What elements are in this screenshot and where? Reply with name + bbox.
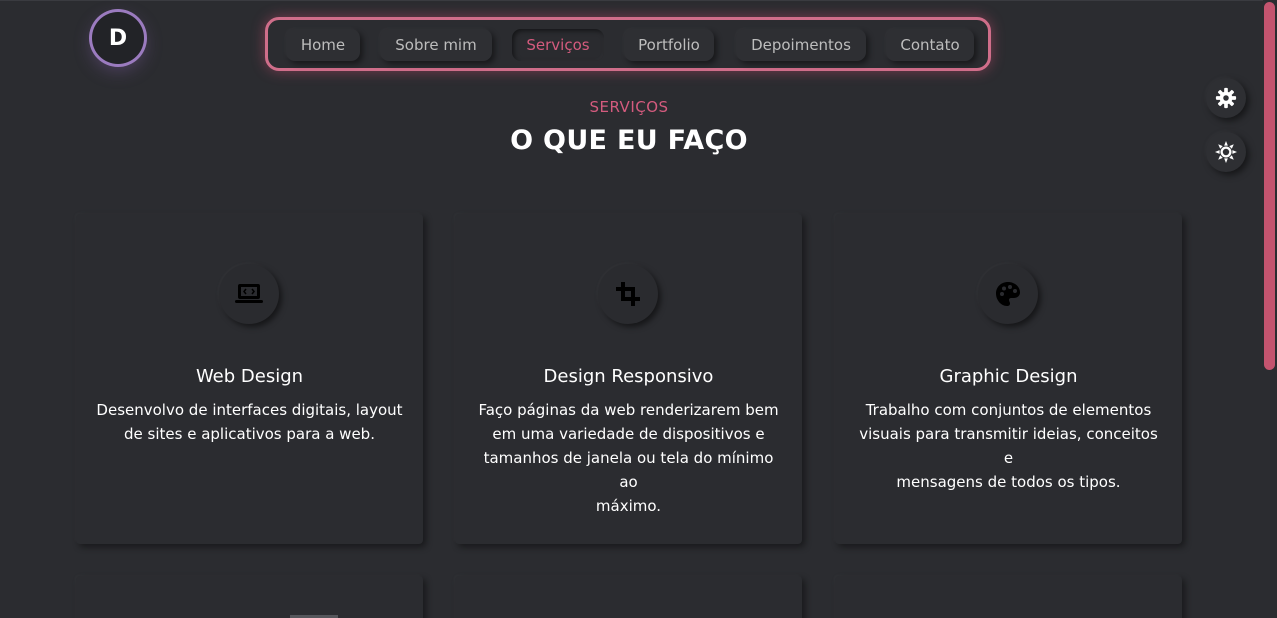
service-card — [76, 576, 423, 618]
section-kicker: SERVIÇOS — [589, 98, 669, 116]
card-description-line: Faço páginas da web renderizarem bem — [478, 401, 779, 419]
service-card-graphic-design: Graphic Design Trabalho com conjuntos de… — [835, 214, 1182, 544]
card-description: Trabalho com conjuntos de elementos visu… — [855, 398, 1162, 494]
nav-depoimentos[interactable]: Depoimentos — [736, 29, 866, 61]
service-card-web-design: Web Design Desenvolvo de interfaces digi… — [76, 214, 423, 544]
card-description-line: tamanhos de janela ou tela do mínimo ao — [483, 449, 774, 491]
card-description-line: Trabalho com conjuntos de elementos — [865, 401, 1152, 419]
nav-contato[interactable]: Contato — [886, 29, 974, 61]
nav-servicos[interactable]: Serviços — [512, 29, 604, 61]
card-description: Desenvolvo de interfaces digitais, layou… — [96, 398, 403, 446]
card-icon-wrap — [598, 264, 658, 324]
scrollbar-thumb[interactable] — [1264, 2, 1275, 370]
nav-sobre-mim-label: Sobre mim — [395, 36, 477, 54]
card-icon-wrap — [978, 264, 1038, 324]
card-title: Graphic Design — [939, 366, 1078, 387]
card-title: Web Design — [195, 366, 304, 387]
main-nav: Home Sobre mim Serviços Portfolio Depoim… — [265, 17, 991, 71]
logo-letter: D — [108, 25, 128, 51]
card-description-line: Desenvolvo de interfaces digitais, layou… — [96, 401, 403, 419]
card-description-line: máximo. — [595, 497, 662, 515]
top-border — [0, 0, 1277, 1]
nav-home-label: Home — [300, 36, 346, 54]
nav-contato-label: Contato — [900, 36, 960, 54]
section-title: O QUE EU FAÇO — [510, 125, 748, 156]
card-title: Design Responsivo — [543, 366, 714, 387]
page: D Home Sobre mim Serviços Portfolio Depo… — [0, 0, 1277, 618]
service-card — [455, 576, 802, 618]
crop-icon — [616, 282, 640, 306]
card-icon-wrap — [219, 264, 279, 324]
card-description: Faço páginas da web renderizarem bem em … — [475, 398, 782, 518]
service-card — [835, 576, 1182, 618]
card-description-line: mensagens de todos os tipos. — [896, 473, 1121, 491]
laptop-code-icon — [235, 284, 263, 303]
nav-servicos-label: Serviços — [526, 36, 590, 54]
card-description-line: visuais para transmitir ideias, conceito… — [859, 425, 1158, 467]
logo-avatar[interactable]: D — [92, 12, 144, 64]
nav-depoimentos-label: Depoimentos — [751, 36, 851, 54]
nav-portfolio-label: Portfolio — [638, 36, 700, 54]
card-description-line: em uma variedade de dispositivos e — [492, 425, 765, 443]
card-description-line: de sites e aplicativos para a web. — [124, 425, 375, 443]
nav-home[interactable]: Home — [286, 29, 360, 61]
service-card-design-responsivo: Design Responsivo Faço páginas da web re… — [455, 214, 802, 544]
nav-portfolio[interactable]: Portfolio — [624, 29, 714, 61]
nav-sobre-mim[interactable]: Sobre mim — [380, 29, 492, 61]
palette-icon — [996, 282, 1020, 306]
